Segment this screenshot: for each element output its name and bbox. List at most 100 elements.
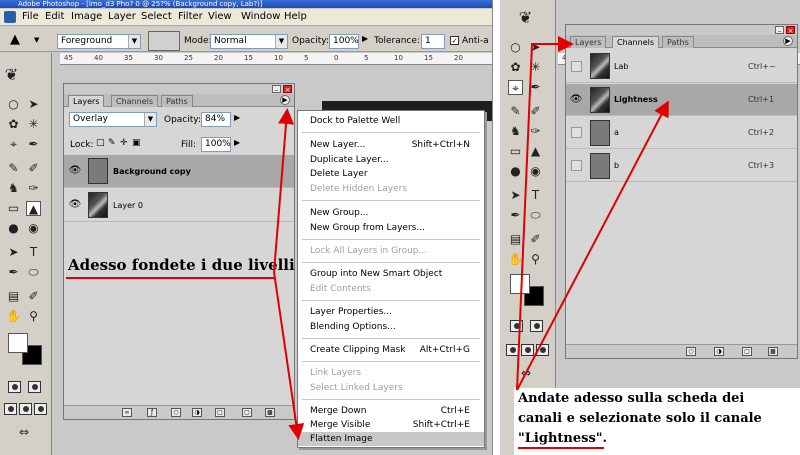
palette-menu-button[interactable]: ▶ [783,36,793,46]
crop-tool-icon[interactable]: ⌖ [6,137,21,152]
new-layer-icon[interactable]: ▢ [242,408,252,417]
pen-tool-icon[interactable]: ✒ [6,265,21,280]
fill-arrow-icon[interactable]: ▶ [234,138,240,147]
eyedropper-tool-icon[interactable]: ✐ [528,232,543,247]
blur-tool-icon[interactable]: ● [508,164,523,179]
menu-item-group-into-new-smart-object[interactable]: Group into New Smart Object [298,267,484,281]
eye-icon[interactable]: 👁 [569,93,583,107]
shape-tool-icon[interactable]: ⬭ [26,265,41,280]
new-channel-icon[interactable]: ▢ [742,347,752,356]
zoom-tool-icon[interactable]: ⚲ [528,252,543,267]
channel-row-lab[interactable]: Lab Ctrl+~ [566,50,797,83]
quick-mask-mode-icon[interactable] [28,381,41,393]
standard-mode-icon[interactable] [510,320,523,332]
magic-wand-tool-icon[interactable]: ✳ [528,60,543,75]
visibility-toggle[interactable] [571,61,582,72]
opacity-field[interactable]: 100% [329,34,359,49]
pattern-swatch[interactable] [148,31,180,51]
minimize-icon[interactable]: – [272,85,281,94]
blur-tool-icon[interactable]: ● [6,221,21,236]
fill-source-select[interactable]: Foreground ▼ [57,34,141,49]
menu-filter[interactable]: Filter [178,11,203,22]
menu-item-new-group-from-layers[interactable]: New Group from Layers... [298,221,484,235]
imageready-jump-icon[interactable]: ⇔ [512,366,540,381]
layer-row-layer-0[interactable]: 👁 Layer 0 [64,189,294,222]
opacity-slider-arrow-icon[interactable]: ▶ [362,34,368,43]
screen-mode-full-menu-icon[interactable] [19,403,32,415]
history-brush-tool-icon[interactable]: ✑ [528,124,543,139]
shape-tool-icon[interactable]: ⬭ [528,208,543,223]
brush-tool-icon[interactable]: ✐ [26,161,41,176]
tolerance-field[interactable]: 1 [421,34,445,49]
clone-stamp-tool-icon[interactable]: ♞ [508,124,523,139]
menu-item-dock-to-palette-well[interactable]: Dock to Palette Well [298,114,484,128]
notes-tool-icon[interactable]: ▤ [6,289,21,304]
screen-mode-standard-icon[interactable] [4,403,17,415]
quick-mask-mode-icon[interactable] [530,320,543,332]
slice-tool-icon[interactable]: ✒ [26,137,41,152]
lock-transparent-icon[interactable]: □ [96,138,105,148]
layer-opacity-field[interactable]: 84% [201,112,231,127]
menu-select[interactable]: Select [141,11,172,22]
menu-item-delete-layer[interactable]: Delete Layer [298,167,484,181]
menu-image[interactable]: Image [71,11,102,22]
move-tool-icon[interactable]: ➤ [26,97,41,112]
eye-icon[interactable]: 👁 [68,198,82,212]
paint-bucket-tool-icon[interactable]: ▲ [26,201,41,216]
hand-tool-icon[interactable]: ✋ [508,252,523,267]
menu-item-merge-visible[interactable]: Merge Visible Shift+Ctrl+E [298,418,484,432]
standard-mode-icon[interactable] [8,381,21,393]
layer-mask-icon[interactable]: ○ [171,408,181,417]
dodge-tool-icon[interactable]: ◉ [26,221,41,236]
slice-tool-icon[interactable]: ✒ [528,80,543,95]
marquee-tool-icon[interactable]: ○ [6,97,21,112]
screen-mode-full-icon[interactable] [536,344,549,356]
paint-bucket-tool-icon[interactable]: ▲ [528,144,543,159]
tab-channels[interactable]: Channels [612,36,660,48]
menu-item-duplicate-layer[interactable]: Duplicate Layer... [298,153,484,167]
brush-tool-icon[interactable]: ✐ [528,104,543,119]
clone-stamp-tool-icon[interactable]: ♞ [6,181,21,196]
foreground-color-swatch[interactable] [8,333,28,353]
fill-field[interactable]: 100% [201,137,231,152]
trash-icon[interactable]: ▩ [265,408,275,417]
visibility-toggle[interactable] [571,127,582,138]
antialias-checkbox[interactable]: ✓ [450,36,459,45]
layer-opacity-arrow-icon[interactable]: ▶ [234,113,240,122]
lock-position-icon[interactable]: ✛ [120,138,128,148]
eraser-tool-icon[interactable]: ▭ [6,201,21,216]
marquee-tool-icon[interactable]: ○ [508,40,523,55]
adjustment-layer-icon[interactable]: ◑ [192,408,202,417]
tab-layers[interactable]: Layers [570,36,607,48]
type-tool-icon[interactable]: T [26,245,41,260]
move-tool-icon[interactable]: ➤ [528,40,543,55]
magic-wand-tool-icon[interactable]: ✳ [26,117,41,132]
layer-style-icon[interactable]: ƒ [147,408,157,417]
eraser-tool-icon[interactable]: ▭ [508,144,523,159]
menu-item-create-clipping-mask[interactable]: Create Clipping Mask Alt+Ctrl+G [298,343,484,357]
lasso-tool-icon[interactable]: ✿ [6,117,21,132]
path-selection-tool-icon[interactable]: ➤ [508,188,523,203]
channel-row-a[interactable]: a Ctrl+2 [566,117,797,149]
tab-channels[interactable]: Channels [111,95,159,107]
palette-menu-button[interactable]: ▶ [280,95,290,105]
dodge-tool-icon[interactable]: ◉ [528,164,543,179]
screen-mode-standard-icon[interactable] [506,344,519,356]
new-group-icon[interactable]: □ [215,408,225,417]
healing-brush-tool-icon[interactable]: ✎ [508,104,523,119]
blend-mode-select[interactable]: Overlay ▼ [69,112,157,127]
healing-brush-tool-icon[interactable]: ✎ [6,161,21,176]
crop-tool-icon[interactable]: ⌖ [508,80,523,95]
link-layers-icon[interactable]: ∞ [122,408,132,417]
lock-all-icon[interactable]: ▣ [132,138,141,148]
imageready-jump-icon[interactable]: ⇔ [10,425,38,440]
close-icon[interactable]: × [786,26,795,35]
menu-item-layer-properties[interactable]: Layer Properties... [298,305,484,319]
screen-mode-full-menu-icon[interactable] [521,344,534,356]
eye-icon[interactable]: 👁 [68,164,82,178]
tool-preset-arrow-icon[interactable]: ▼ [34,36,39,44]
visibility-toggle[interactable] [571,160,582,171]
lasso-tool-icon[interactable]: ✿ [508,60,523,75]
channel-row-b[interactable]: b Ctrl+3 [566,150,797,182]
menu-window[interactable]: Window [241,11,280,22]
